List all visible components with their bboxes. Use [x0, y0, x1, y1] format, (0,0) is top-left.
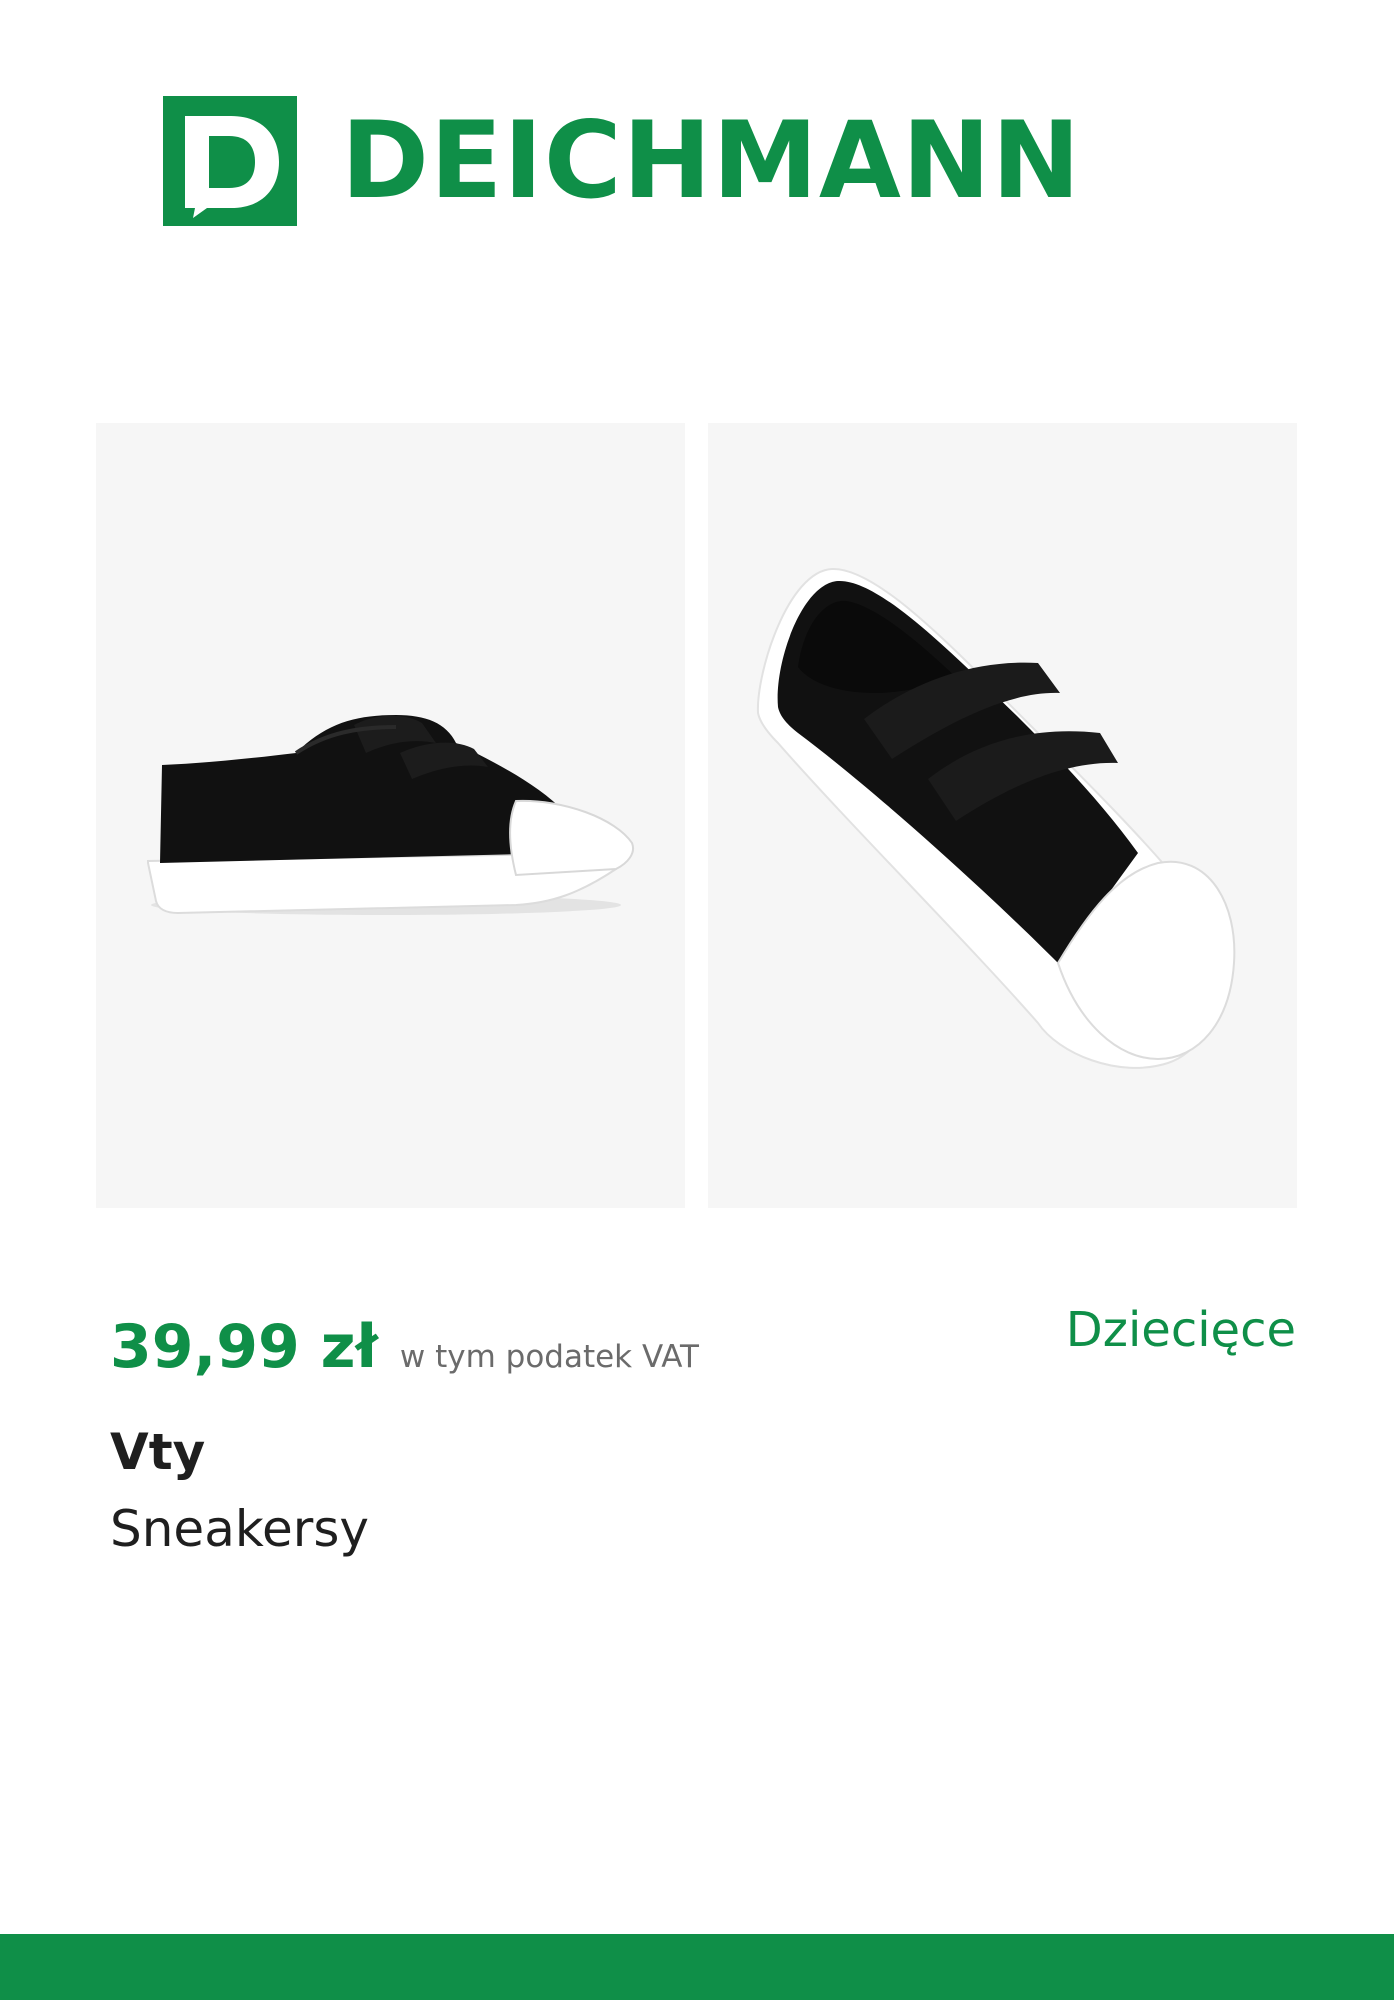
footer-bar — [0, 1934, 1394, 2000]
logo-wordmark: DEICHMANN — [341, 99, 1082, 222]
category-label[interactable]: Dziecięce — [1066, 1300, 1296, 1360]
product-brand: Vty — [110, 1423, 206, 1481]
vat-note: w tym podatek VAT — [399, 1339, 699, 1375]
product-gallery — [96, 423, 1297, 1208]
price-row: 39,99 zł w tym podatek VAT — [110, 1307, 699, 1387]
product-page: DEICHMANN 39,99 zł w tym podatek VAT Dzi… — [0, 0, 1394, 2000]
product-price: 39,99 zł — [110, 1312, 378, 1382]
sneaker-angled-illustration — [708, 423, 1297, 1208]
product-image-angled[interactable] — [708, 423, 1297, 1208]
sneaker-side-illustration — [96, 423, 685, 1208]
deichmann-logo[interactable]: DEICHMANN — [163, 96, 1081, 226]
deichmann-d-icon — [163, 96, 297, 226]
product-type: Sneakersy — [110, 1500, 369, 1558]
product-image-side[interactable] — [96, 423, 685, 1208]
